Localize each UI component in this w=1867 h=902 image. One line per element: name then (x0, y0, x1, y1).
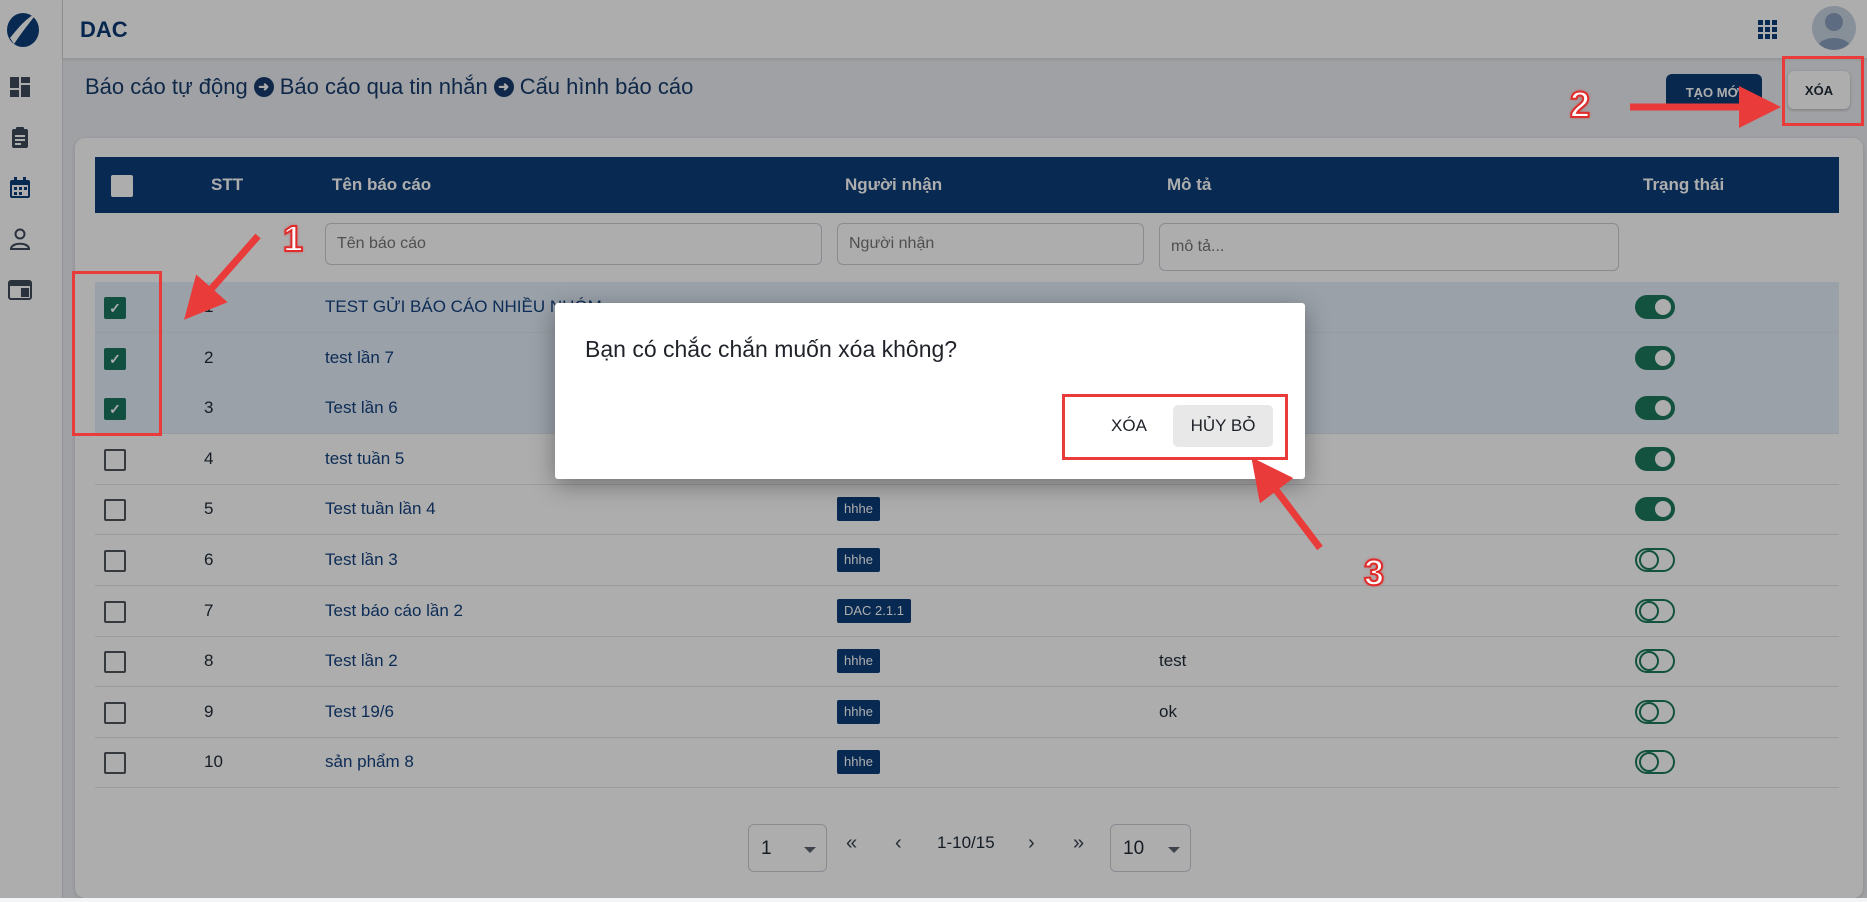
app-root: DAC Báo cáo tự động ➜ Báo cáo qua tin nh… (0, 0, 1867, 902)
annotation-arrows (184, 86, 1781, 551)
bottom-strip (0, 898, 1867, 902)
annotation-number-3: 3 (1363, 551, 1385, 594)
arrow-3 (1251, 457, 1323, 551)
arrow-1 (184, 233, 261, 320)
annotation-number-1: 1 (282, 217, 304, 260)
annotation-number-2: 2 (1569, 83, 1591, 126)
